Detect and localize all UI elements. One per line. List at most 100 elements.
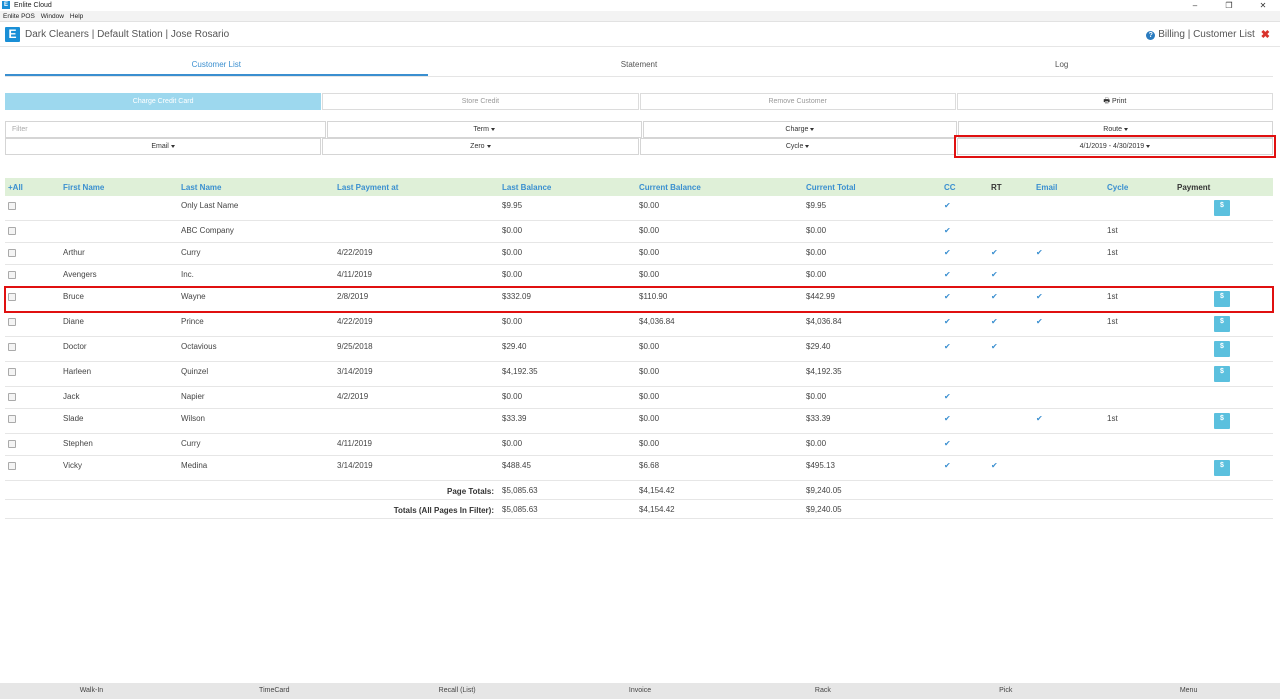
table-row[interactable]: Jack Napier 4/2/2019 $0.00 $0.00 $0.00 ✔	[5, 387, 1273, 409]
payment-button[interactable]: $	[1214, 200, 1230, 216]
last-balance-cell: $4,192.35	[502, 367, 538, 376]
nav-rack[interactable]: Rack	[731, 683, 914, 699]
table-row[interactable]: Slade Wilson $33.39 $0.00 $33.39 1st ✔ ✔ $	[5, 409, 1273, 434]
table-row[interactable]: Harleen Quinzel 3/14/2019 $4,192.35 $0.00 $4,…	[5, 362, 1273, 387]
table-row[interactable]: Avengers Inc. 4/11/2019 $0.00 $0.00 $0.00 ✔ ✔	[5, 265, 1273, 287]
payment-button[interactable]: $	[1214, 366, 1230, 382]
last-payment-cell: 4/22/2019	[337, 248, 373, 257]
route-dropdown[interactable]: Route	[958, 121, 1273, 138]
col-last-balance[interactable]: Last Balance	[502, 183, 551, 192]
col-last-name[interactable]: Last Name	[181, 183, 221, 192]
window-controls: – ❐ ✕	[1178, 0, 1280, 11]
email-dropdown[interactable]: Email	[5, 138, 322, 155]
last-balance-cell: $0.00	[502, 226, 523, 235]
row-checkbox[interactable]	[8, 271, 16, 279]
totals-label: Totals (All Pages In Filter):	[393, 506, 494, 515]
help-icon[interactable]: ?	[1146, 30, 1156, 40]
last-balance-cell: $9.95	[502, 201, 523, 210]
nav-recall-list[interactable]: Recall (List)	[366, 683, 549, 699]
date-range-label: 4/1/2019 - 4/30/2019	[1079, 143, 1145, 150]
col-first-name[interactable]: First Name	[63, 183, 104, 192]
table-row[interactable]: Bruce Wayne 2/8/2019 $332.09 $110.90 $442.99 1…	[4, 286, 1274, 313]
current-balance-cell: $6.68	[639, 461, 660, 470]
table-row[interactable]: Stephen Curry 4/11/2019 $0.00 $0.00 $0.00 ✔	[5, 434, 1273, 456]
row-checkbox[interactable]	[8, 415, 16, 423]
payment-button[interactable]: $	[1214, 291, 1230, 307]
nav-menu[interactable]: Menu	[1097, 683, 1280, 699]
charge-dropdown[interactable]: Charge	[642, 121, 958, 138]
last-balance-cell: $0.00	[502, 270, 523, 279]
table-row[interactable]: Vicky Medina 3/14/2019 $488.45 $6.68 $495.13 ✔…	[5, 456, 1273, 481]
current-total-cell: $0.00	[806, 248, 827, 257]
current-balance-cell: $0.00	[639, 392, 660, 401]
cycle-dropdown[interactable]: Cycle	[639, 138, 956, 155]
nav-walk-in[interactable]: Walk-In	[0, 683, 183, 699]
row-checkbox[interactable]	[8, 440, 16, 448]
charge-label: Charge	[785, 126, 809, 133]
close-window-icon[interactable]: ✕	[1246, 0, 1280, 11]
row-checkbox[interactable]	[8, 249, 16, 257]
menu-enlite-pos[interactable]: Enlite POS	[3, 11, 35, 21]
charge-credit-card-button[interactable]: Charge Credit Card	[5, 93, 322, 110]
col-cycle[interactable]: Cycle	[1107, 183, 1128, 192]
first-name-cell: Harleen	[63, 367, 92, 376]
row-checkbox[interactable]	[8, 227, 16, 235]
current-total-cell: $9.95	[806, 201, 827, 210]
current-total-cell: $0.00	[806, 270, 827, 279]
col-rt: RT	[991, 182, 1002, 192]
last-payment-cell: 9/25/2018	[337, 342, 373, 351]
cycle-cell: 1st	[1107, 226, 1118, 235]
nav-invoice[interactable]: Invoice	[549, 683, 732, 699]
payment-button[interactable]: $	[1214, 460, 1230, 476]
table-row[interactable]: Doctor Octavious 9/25/2018 $29.40 $0.00 $29.4…	[5, 337, 1273, 362]
print-button[interactable]: 🖶 Print	[956, 93, 1273, 110]
tab-statement[interactable]: Statement	[428, 56, 851, 76]
row-checkbox[interactable]	[8, 202, 16, 210]
totals-label: Page Totals:	[447, 487, 494, 496]
tab-log[interactable]: Log	[850, 56, 1273, 76]
current-total-cell: $4,192.35	[806, 367, 842, 376]
menu-help[interactable]: Help	[70, 11, 83, 21]
nav-pick[interactable]: Pick	[914, 683, 1097, 699]
payment-button[interactable]: $	[1214, 341, 1230, 357]
table-row[interactable]: Only Last Name $9.95 $0.00 $9.95 ✔ $	[5, 196, 1273, 221]
row-checkbox[interactable]	[8, 293, 16, 301]
tab-bar: Customer List Statement Log	[5, 56, 1273, 77]
row-checkbox[interactable]	[8, 368, 16, 376]
minimize-icon[interactable]: –	[1178, 0, 1212, 11]
payment-button[interactable]: $	[1214, 316, 1230, 332]
cc-check-icon: ✔	[944, 248, 951, 257]
first-name-cell: Bruce	[63, 292, 84, 301]
context-title: Billing | Customer List	[1158, 29, 1255, 40]
close-icon[interactable]: ✖	[1261, 28, 1270, 42]
row-checkbox[interactable]	[8, 462, 16, 470]
remove-customer-button[interactable]: Remove Customer	[639, 93, 956, 110]
zero-dropdown[interactable]: Zero	[322, 138, 639, 155]
last-payment-cell: 3/14/2019	[337, 367, 373, 376]
current-total-cell: $29.40	[806, 342, 831, 351]
store-credit-button[interactable]: Store Credit	[322, 93, 639, 110]
tab-customer-list[interactable]: Customer List	[5, 56, 428, 76]
filter-input[interactable]: Filter	[5, 121, 326, 138]
col-current-balance[interactable]: Current Balance	[639, 183, 701, 192]
select-all-link[interactable]: +All	[8, 183, 23, 192]
table-row[interactable]: ABC Company $0.00 $0.00 $0.00 1st ✔	[5, 221, 1273, 243]
col-last-payment[interactable]: Last Payment at	[337, 183, 398, 192]
menu-window[interactable]: Window	[41, 11, 64, 21]
maximize-icon[interactable]: ❐	[1212, 0, 1246, 11]
table-row[interactable]: Diane Prince 4/22/2019 $0.00 $4,036.84 $4,036…	[5, 312, 1273, 337]
nav-timecard[interactable]: TimeCard	[183, 683, 366, 699]
row-checkbox[interactable]	[8, 393, 16, 401]
col-cc[interactable]: CC	[944, 183, 956, 192]
date-range-dropdown[interactable]: 4/1/2019 - 4/30/2019	[953, 135, 1277, 158]
row-checkbox[interactable]	[8, 318, 16, 326]
last-balance-cell: $0.00	[502, 392, 523, 401]
col-email[interactable]: Email	[1036, 183, 1057, 192]
term-dropdown[interactable]: Term	[326, 121, 642, 138]
col-current-total[interactable]: Current Total	[806, 183, 856, 192]
table-body: Only Last Name $9.95 $0.00 $9.95 ✔ $ ABC Compa…	[4, 196, 1274, 481]
table-row[interactable]: Arthur Curry 4/22/2019 $0.00 $0.00 $0.00 1st ✔ ✔…	[5, 243, 1273, 265]
cc-check-icon: ✔	[944, 461, 951, 470]
payment-button[interactable]: $	[1214, 413, 1230, 429]
row-checkbox[interactable]	[8, 343, 16, 351]
